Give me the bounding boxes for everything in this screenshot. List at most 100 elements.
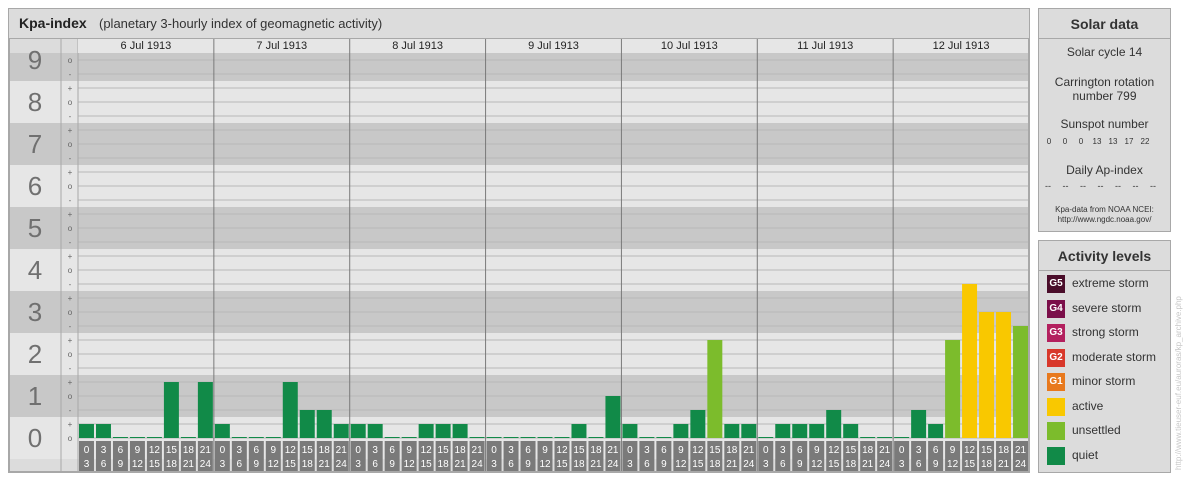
interval-start-label: 15 xyxy=(981,445,993,456)
kp-bar xyxy=(911,409,927,438)
interval-start-label: 6 xyxy=(933,445,939,456)
sunspot-value: 0 xyxy=(1046,137,1052,146)
interval-end-label: 15 xyxy=(556,459,568,470)
interval-end-label: 6 xyxy=(372,459,378,470)
kp-bar xyxy=(724,424,740,438)
interval-end-label: 21 xyxy=(590,459,602,470)
y-minor-label: o xyxy=(68,266,73,275)
ap-value: -- xyxy=(1115,181,1121,191)
activity-level-swatch: G5 xyxy=(1047,275,1065,293)
interval-end-label: 24 xyxy=(200,459,212,470)
y-tick-label: 2 xyxy=(28,339,42,369)
interval-start-label: 9 xyxy=(271,445,277,456)
interval-end-label: 12 xyxy=(539,459,551,470)
y-minor-label: + xyxy=(68,378,73,387)
kp-bar xyxy=(503,437,519,438)
kp-bar xyxy=(384,437,400,438)
interval-start-label: 6 xyxy=(525,445,531,456)
interval-start-label: 0 xyxy=(899,445,905,456)
interval-start-label: 3 xyxy=(101,445,107,456)
y-minor-label: o xyxy=(68,308,73,317)
solar-cycle-text: Solar cycle 14 xyxy=(1066,45,1143,59)
y-minor-label: - xyxy=(69,70,72,79)
kp-bar xyxy=(350,424,366,438)
kp-bar xyxy=(571,424,587,438)
kp-bar xyxy=(962,283,978,438)
interval-start-label: 3 xyxy=(508,445,514,456)
kp-bar xyxy=(826,409,842,438)
interval-start-label: 18 xyxy=(319,445,331,456)
interval-end-label: 6 xyxy=(916,459,922,470)
interval-start-label: 0 xyxy=(84,445,90,456)
interval-start-label: 15 xyxy=(166,445,178,456)
interval-start-label: 3 xyxy=(237,445,243,456)
day-label: 7 Jul 1913 xyxy=(256,40,307,52)
y-minor-label: + xyxy=(68,168,73,177)
kp-bar xyxy=(299,409,315,438)
y-minor-label: - xyxy=(69,280,72,289)
y-tick-label: 1 xyxy=(28,381,42,411)
y-minor-label: o xyxy=(68,182,73,191)
interval-end-label: 9 xyxy=(525,459,531,470)
interval-start-label: 15 xyxy=(845,445,857,456)
kp-bar xyxy=(112,437,128,438)
kp-bar xyxy=(79,424,94,438)
interval-start-label: 21 xyxy=(607,445,619,456)
sunspot-value: 13 xyxy=(1092,137,1102,146)
interval-end-label: 21 xyxy=(726,459,738,470)
interval-start-label: 3 xyxy=(644,445,650,456)
interval-start-label: 12 xyxy=(556,445,568,456)
y-minor-label: + xyxy=(68,336,73,345)
interval-end-label: 24 xyxy=(607,459,619,470)
kp-bar xyxy=(877,437,893,438)
day-label: 6 Jul 1913 xyxy=(121,40,172,52)
activity-level-swatch xyxy=(1047,397,1065,416)
activity-levels-title: Activity levels xyxy=(1057,248,1152,264)
interval-end-label: 18 xyxy=(981,459,993,470)
kp-bar xyxy=(673,424,689,438)
y-minor-label: + xyxy=(68,420,73,429)
interval-end-label: 3 xyxy=(84,459,90,470)
interval-end-label: 9 xyxy=(661,459,667,470)
kp-bar xyxy=(639,437,655,438)
y-minor-label: o xyxy=(68,392,73,401)
interval-end-label: 6 xyxy=(508,459,514,470)
kp-bar xyxy=(367,424,383,438)
kp-bar xyxy=(656,437,672,438)
y-minor-label: - xyxy=(69,322,72,331)
interval-start-label: 6 xyxy=(118,445,124,456)
ap-value: -- xyxy=(1097,181,1104,191)
interval-end-label: 18 xyxy=(166,459,178,470)
interval-start-label: 6 xyxy=(797,445,803,456)
chart-subtitle: (planetary 3-hourly index of geomagnetic… xyxy=(99,16,383,31)
kp-bar xyxy=(129,437,145,438)
kp-bar xyxy=(809,424,825,438)
interval-end-label: 24 xyxy=(743,459,755,470)
kp-bar xyxy=(180,437,196,438)
kp-bar xyxy=(690,409,706,438)
interval-end-label: 3 xyxy=(491,459,497,470)
day-label: 11 Jul 1913 xyxy=(797,40,853,52)
kp-bar xyxy=(197,382,213,438)
watermark-url: http://www.tieuser-euf.eu/auroras/kp_arc… xyxy=(1174,296,1183,470)
interval-start-label: 15 xyxy=(709,445,721,456)
interval-start-label: 9 xyxy=(678,445,684,456)
interval-start-label: 6 xyxy=(661,445,667,456)
source-link[interactable]: http://www.ngdc.noaa.gov/ xyxy=(1039,215,1170,225)
activity-level-swatch: G3 xyxy=(1047,324,1065,342)
interval-end-label: 18 xyxy=(438,459,450,470)
interval-start-label: 15 xyxy=(438,445,450,456)
y-minor-label: - xyxy=(69,364,72,373)
chart-header: Kpa-index (planetary 3-hourly index of g… xyxy=(9,9,1029,38)
activity-levels-divider xyxy=(1039,270,1170,271)
interval-start-label: 18 xyxy=(726,445,738,456)
interval-start-label: 18 xyxy=(862,445,874,456)
y-minor-label: + xyxy=(68,210,73,219)
band-kp-9 xyxy=(9,53,1029,81)
interval-start-label: 12 xyxy=(149,445,161,456)
interval-end-label: 6 xyxy=(780,459,786,470)
kp-bar xyxy=(418,424,434,438)
kpa-bar-chart: 0 o + - 1 o + - 2 o + - 3 o + - 4 o + - 5 o + - 6 o + - 7 o + - 8 o + - 9 o 6 … xyxy=(9,38,1029,472)
y-tick-label: 4 xyxy=(28,255,42,285)
activity-levels-panel: Activity levels G5 extreme storm G4 severe … xyxy=(1038,240,1171,473)
